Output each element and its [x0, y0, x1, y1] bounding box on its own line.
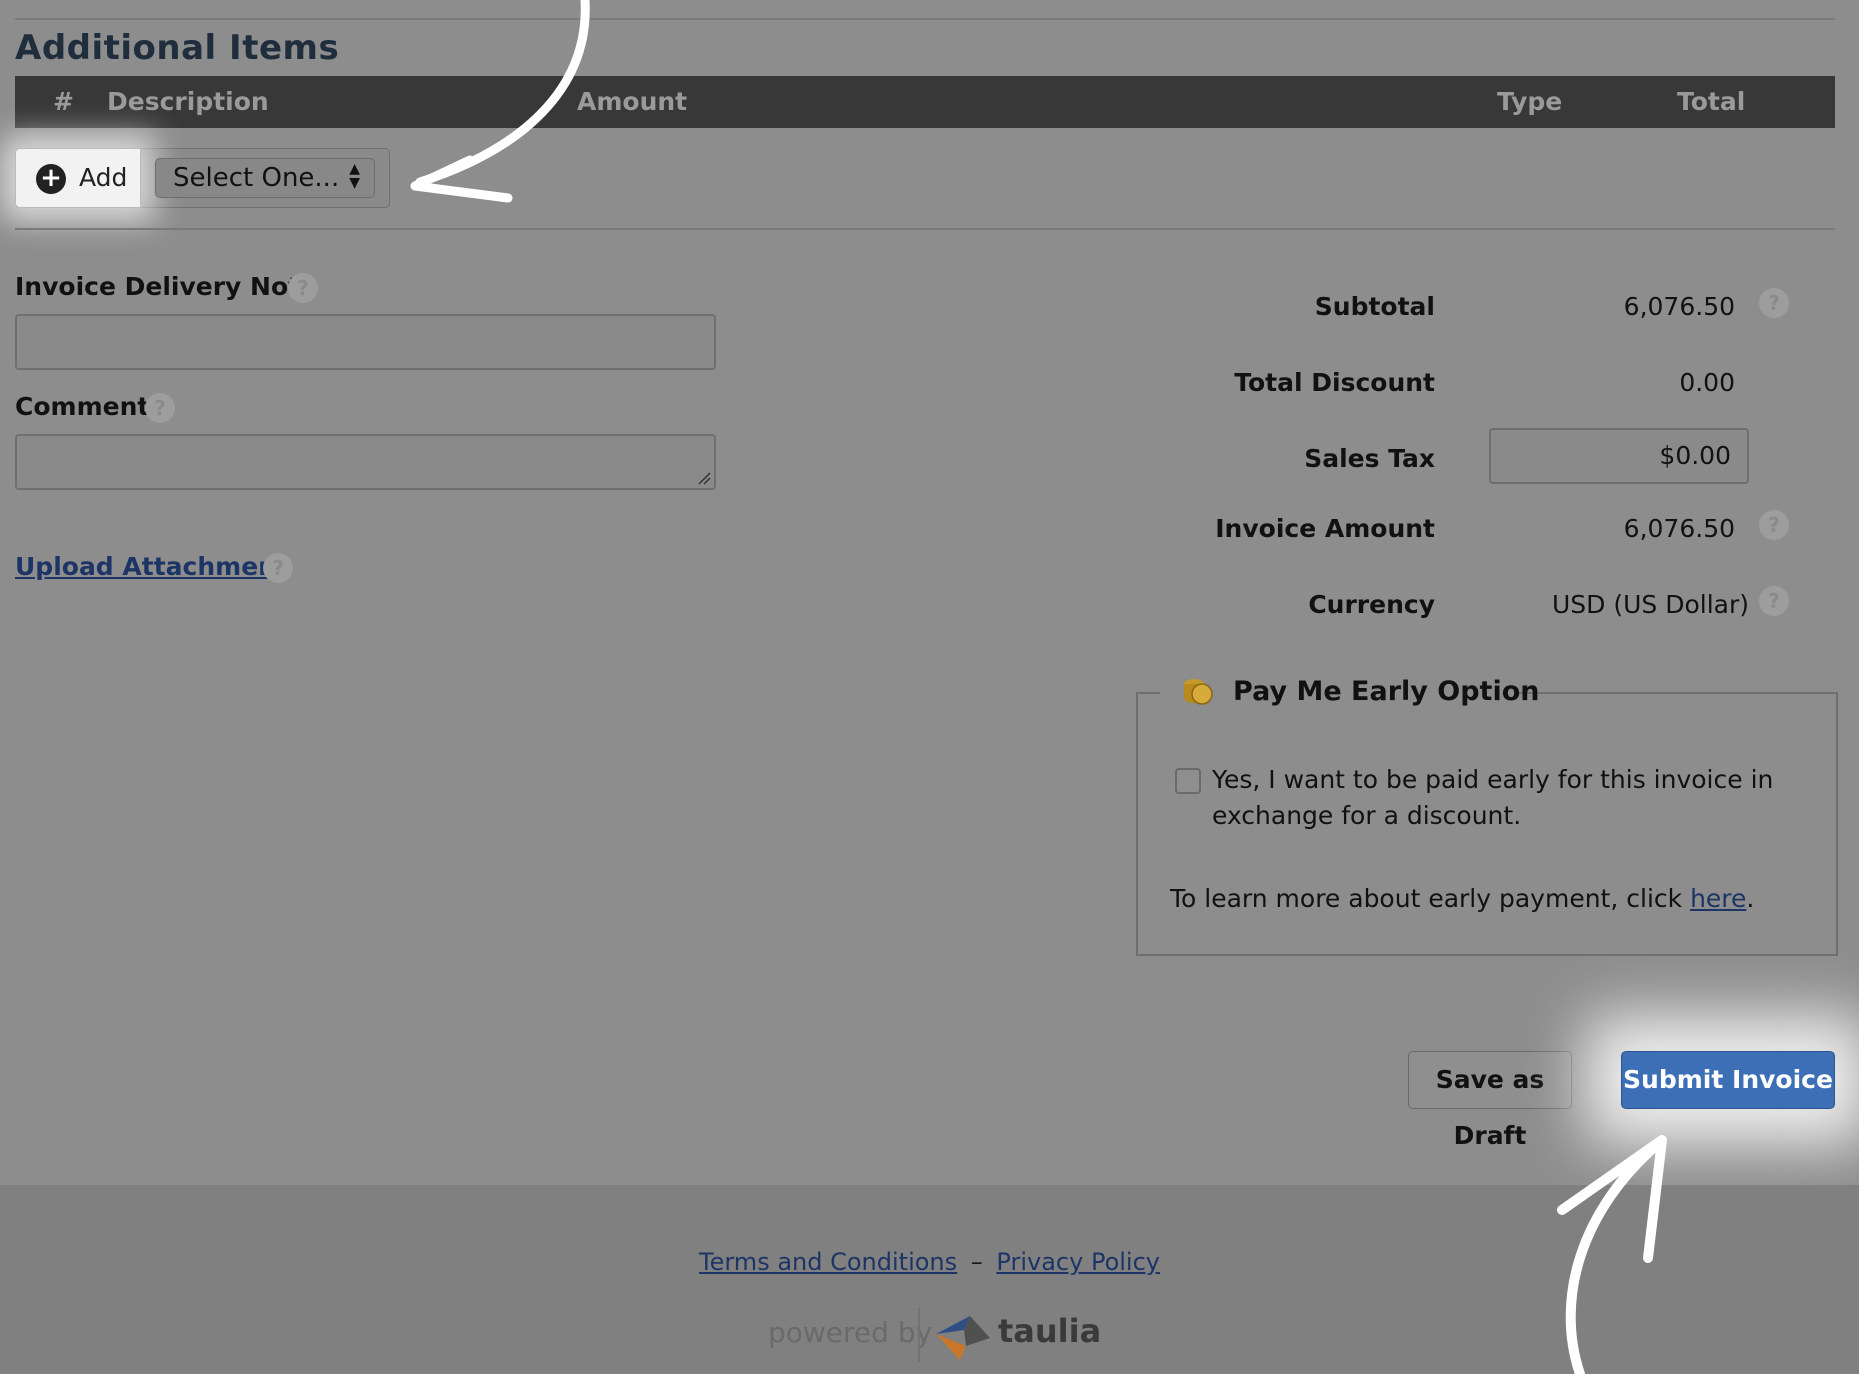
- footer-separator: –: [970, 1248, 983, 1276]
- invoice-amount-label: Invoice Amount: [1215, 514, 1435, 543]
- invoice-amount-value: 6,076.50: [1623, 514, 1735, 543]
- column-number: #: [53, 87, 74, 116]
- delivery-note-label: Invoice Delivery Note: [15, 272, 318, 301]
- delivery-note-help-icon[interactable]: ?: [288, 273, 318, 303]
- submit-invoice-button[interactable]: Submit Invoice: [1621, 1051, 1835, 1109]
- learn-more-prefix: To learn more about early payment, click: [1170, 884, 1691, 913]
- item-type-select-value: Select One...: [173, 163, 340, 193]
- subtotal-help-icon[interactable]: ?: [1759, 288, 1789, 318]
- mid-divider: [15, 228, 1835, 230]
- learn-more-link[interactable]: here: [1690, 884, 1746, 913]
- privacy-link[interactable]: Privacy Policy: [996, 1248, 1160, 1276]
- footer-brand-divider: [918, 1308, 920, 1362]
- section-title: Additional Items: [15, 28, 340, 68]
- learn-more-suffix: .: [1746, 884, 1755, 913]
- column-amount: Amount: [577, 87, 688, 116]
- top-divider: [15, 18, 1835, 20]
- sales-tax-label: Sales Tax: [1304, 444, 1435, 473]
- column-description: Description: [107, 87, 269, 116]
- pay-early-checkbox[interactable]: [1175, 768, 1201, 794]
- sales-tax-input[interactable]: $0.00: [1489, 428, 1749, 484]
- add-item-label: Add: [79, 163, 128, 192]
- column-type: Type: [1497, 87, 1563, 116]
- terms-link[interactable]: Terms and Conditions: [699, 1248, 957, 1276]
- upload-help-icon[interactable]: ?: [263, 553, 293, 583]
- delivery-note-input[interactable]: [15, 314, 716, 370]
- select-arrows-icon: ▲ ▼: [349, 161, 360, 191]
- sales-tax-value: $0.00: [1659, 441, 1731, 470]
- upload-attachment-link[interactable]: Upload Attachment: [15, 552, 288, 581]
- taulia-brand: taulia: [998, 1312, 1102, 1350]
- column-total: Total: [1677, 87, 1746, 116]
- pay-early-legend: Pay Me Early Option: [1233, 676, 1540, 707]
- coin-icon: [1184, 679, 1213, 705]
- footer-links: Terms and Conditions – Privacy Policy: [0, 1248, 1859, 1276]
- powered-by-text: powered by: [768, 1316, 933, 1349]
- invoice-amount-help-icon[interactable]: ?: [1759, 510, 1789, 540]
- taulia-logo-icon: [936, 1316, 990, 1360]
- comment-textarea[interactable]: [15, 434, 716, 490]
- subtotal-label: Subtotal: [1314, 292, 1435, 321]
- total-discount-value: 0.00: [1679, 368, 1735, 397]
- plus-circle-icon: +: [36, 164, 66, 194]
- learn-more-text: To learn more about early payment, click…: [1170, 884, 1754, 913]
- add-item-button[interactable]: + Add: [15, 148, 141, 208]
- save-as-draft-button[interactable]: Save as Draft: [1408, 1051, 1572, 1150]
- currency-value: USD (US Dollar): [1551, 590, 1749, 619]
- annotation-arrowhead-top: [410, 155, 513, 203]
- item-type-select[interactable]: Select One... ▲ ▼: [155, 158, 375, 198]
- comment-label: Comment: [15, 392, 150, 421]
- resize-handle-icon[interactable]: [697, 471, 711, 485]
- currency-help-icon[interactable]: ?: [1759, 586, 1789, 616]
- subtotal-value: 6,076.50: [1623, 292, 1735, 321]
- currency-label: Currency: [1308, 590, 1435, 619]
- total-discount-label: Total Discount: [1234, 368, 1435, 397]
- comment-help-icon[interactable]: ?: [145, 393, 175, 423]
- items-table-header: # Description Amount Type Total: [15, 76, 1835, 128]
- pay-early-checkbox-label[interactable]: Yes, I want to be paid early for this in…: [1212, 762, 1792, 834]
